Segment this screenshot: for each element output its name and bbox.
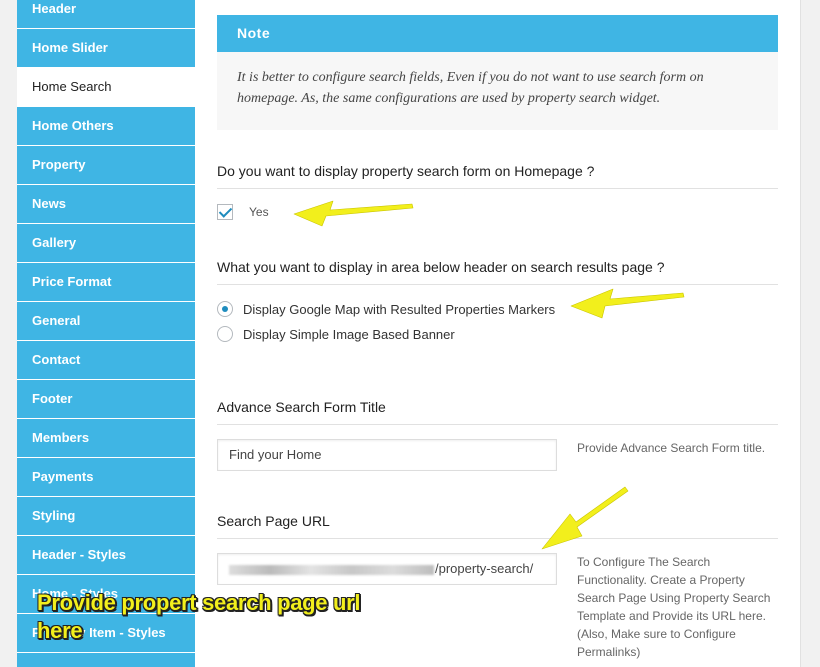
sidebar-item-header-styles[interactable]: Header - Styles — [17, 536, 195, 575]
search-form-title-description: Provide Advance Search Form title. — [577, 441, 766, 455]
sidebar-item-general[interactable]: General — [17, 302, 195, 341]
options-panel: Note It is better to configure search fi… — [195, 0, 801, 667]
sidebar-item-contact[interactable]: Contact — [17, 341, 195, 380]
sidebar-item-payments[interactable]: Payments — [17, 458, 195, 497]
search-page-url-description: To Configure The Search Functionality. C… — [577, 555, 771, 659]
image-banner-option[interactable]: Display Simple Image Based Banner — [217, 326, 455, 342]
radio-label: Display Simple Image Based Banner — [243, 326, 455, 342]
sidebar-item-home-search[interactable]: Home Search — [17, 68, 195, 107]
display-search-form-option[interactable]: Yes — [217, 204, 269, 220]
sidebar-item-more[interactable] — [17, 653, 195, 667]
sidebar-item-footer[interactable]: Footer — [17, 380, 195, 419]
annotation-text: Provide propert search page url here — [37, 590, 361, 643]
sidebar-item-home-slider[interactable]: Home Slider — [17, 29, 195, 68]
below-header-section-title: What you want to display in area below h… — [217, 259, 778, 285]
note-title: Note — [217, 15, 778, 52]
sidebar-item-price-format[interactable]: Price Format — [17, 263, 195, 302]
sidebar-item-property[interactable]: Property — [17, 146, 195, 185]
search-form-title-input[interactable]: Find your Home — [217, 439, 557, 471]
google-map-option[interactable]: Display Google Map with Resulted Propert… — [217, 301, 555, 317]
sidebar-item-styling[interactable]: Styling — [17, 497, 195, 536]
form-title-section-title: Advance Search Form Title — [217, 399, 778, 425]
blurred-domain — [229, 564, 434, 575]
note-box: Note It is better to configure search fi… — [217, 15, 778, 130]
sidebar-item-header[interactable]: Header — [17, 0, 195, 29]
search-page-url-input[interactable]: /property-search/ — [217, 553, 557, 585]
checkbox-label: Yes — [249, 205, 269, 219]
url-path: /property-search/ — [435, 561, 534, 576]
radio-label: Display Google Map with Resulted Propert… — [243, 301, 556, 317]
note-text: It is better to configure search fields,… — [237, 70, 704, 106]
image-banner-radio[interactable] — [217, 326, 233, 342]
sidebar-item-gallery[interactable]: Gallery — [17, 224, 195, 263]
options-sidebar: Header Home Slider Home Search Home Othe… — [17, 0, 195, 667]
sidebar-item-news[interactable]: News — [17, 185, 195, 224]
sidebar-item-members[interactable]: Members — [17, 419, 195, 458]
google-map-radio[interactable] — [217, 301, 233, 317]
search-url-section-title: Search Page URL — [217, 513, 778, 539]
search-form-section-title: Do you want to display property search f… — [217, 163, 778, 189]
display-search-form-checkbox[interactable] — [217, 204, 233, 220]
sidebar-item-home-others[interactable]: Home Others — [17, 107, 195, 146]
